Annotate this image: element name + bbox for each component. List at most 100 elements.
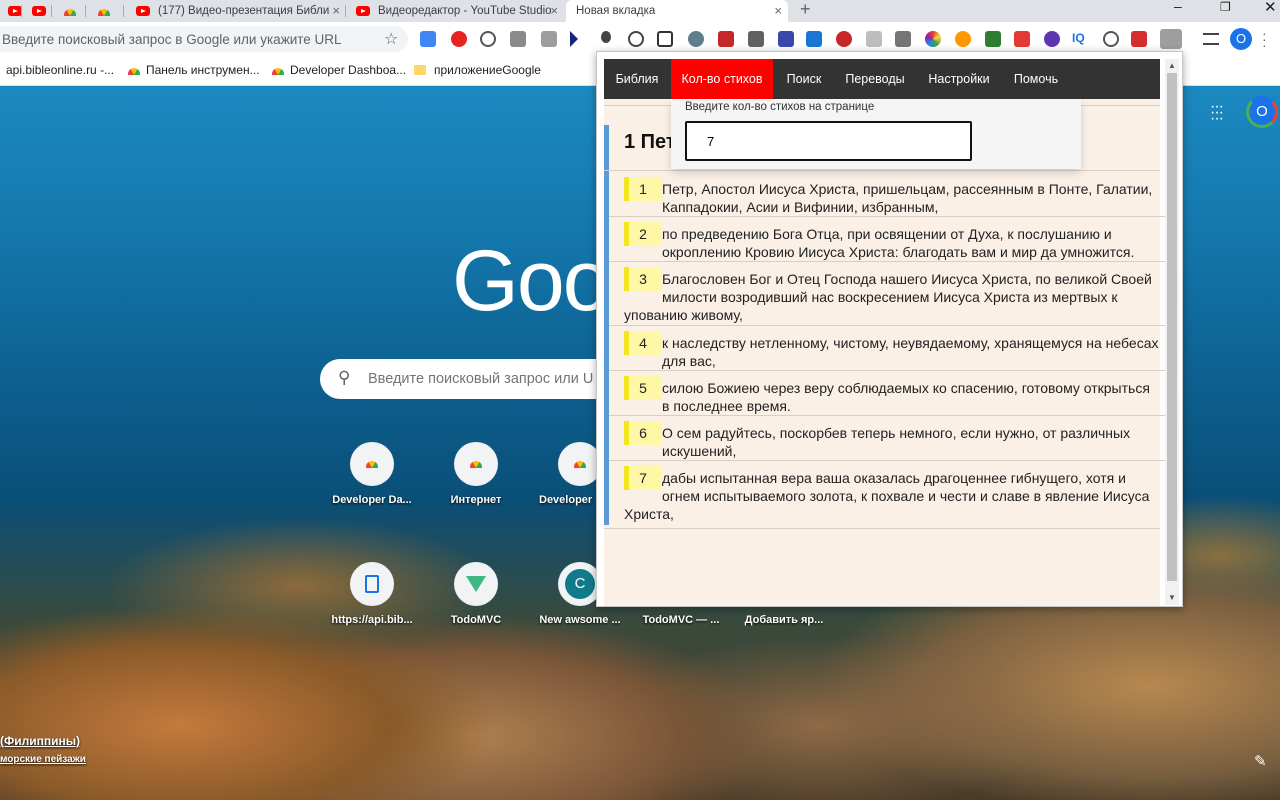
tab-youtube-studio[interactable]: Видеоредактор - YouTube Studio × xyxy=(348,0,564,22)
shortcut-favicon xyxy=(350,442,394,486)
tab-pinned-youtube-2[interactable] xyxy=(22,0,52,22)
ntp-profile-avatar[interactable]: O xyxy=(1246,96,1278,128)
shortcut-label: New awsome ... xyxy=(539,614,621,626)
verse-item[interactable]: 3 Благословен Бог и Отец Господа нашего И… xyxy=(624,267,1159,324)
c-letter-icon: C xyxy=(565,569,595,599)
shortcut-internet[interactable]: Интернет xyxy=(421,442,531,506)
nav-help[interactable]: Помочь xyxy=(1003,59,1069,99)
close-tab-icon[interactable]: × xyxy=(550,3,558,18)
shortcut-favicon xyxy=(350,562,394,606)
scrollbar-thumb[interactable] xyxy=(1167,73,1177,581)
pinterest-icon[interactable] xyxy=(480,31,496,47)
extension-badge-icon[interactable] xyxy=(778,31,794,47)
tab-pinned-rainbow-2[interactable] xyxy=(86,0,124,22)
close-tab-icon[interactable]: × xyxy=(774,3,782,18)
bookmark-folder-app[interactable]: приложениеGoogle xyxy=(414,63,541,77)
bulb-icon[interactable] xyxy=(601,31,611,43)
shortcut-developer[interactable]: Developer xyxy=(525,442,602,506)
shortcut-todomvc[interactable]: TodoMVC xyxy=(421,562,531,626)
tab-title: (177) Видео-презентация Библи xyxy=(158,5,330,17)
iq-icon[interactable]: IQ xyxy=(1072,31,1092,47)
customize-pencil-icon[interactable]: ✎ xyxy=(1254,752,1267,770)
nav-settings[interactable]: Настройки xyxy=(916,59,1002,99)
adblock-icon[interactable] xyxy=(451,31,467,47)
bible-pages-icon xyxy=(365,575,379,593)
footer-divider xyxy=(604,528,1160,529)
eyedropper-icon[interactable] xyxy=(985,31,1001,47)
verse-item[interactable]: 2 по предведению Бога Отца, при освящении… xyxy=(624,222,1159,261)
rainbow-icon xyxy=(64,9,76,16)
bookmark-star-icon[interactable]: ☆ xyxy=(384,29,398,49)
flag-icon[interactable] xyxy=(1014,31,1030,47)
shortcut-label: Developer Da... xyxy=(332,494,412,506)
more-menu-icon[interactable]: · · · xyxy=(1262,26,1267,52)
verse-count-label: Введите кол-во стихов на странице xyxy=(685,101,875,113)
verse-item[interactable]: 6О сем радуйтесь, поскорбев теперь немно… xyxy=(624,421,1159,460)
new-tab-button[interactable]: + xyxy=(800,0,811,20)
color-wheel-icon[interactable] xyxy=(925,31,941,47)
close-tab-icon[interactable]: × xyxy=(332,3,340,18)
nav-bible[interactable]: Библия xyxy=(604,59,670,99)
nav-search[interactable]: Поиск xyxy=(774,59,834,99)
restore-icon[interactable]: ❐ xyxy=(1220,0,1231,14)
s-icon[interactable] xyxy=(806,31,822,47)
verse-item[interactable]: 7 дабы испытанная вера ваша оказалась дра… xyxy=(624,466,1159,523)
book-icon[interactable] xyxy=(718,31,734,47)
bible-extension-icon[interactable] xyxy=(1160,29,1182,49)
minimize-icon[interactable]: – xyxy=(1174,0,1182,14)
verse-divider xyxy=(609,460,1165,461)
rainbow-icon xyxy=(470,460,482,468)
speed-icon[interactable] xyxy=(628,31,644,47)
shortcut-developer-dashboard[interactable]: Developer Da... xyxy=(317,442,427,506)
h-icon[interactable] xyxy=(866,31,882,47)
record-icon[interactable] xyxy=(836,31,852,47)
shortcut-api-bible[interactable]: https://api.bib... xyxy=(317,562,427,626)
verse-divider xyxy=(609,261,1165,262)
book-title: 1 Пет xyxy=(624,131,676,153)
google-translate-icon[interactable] xyxy=(420,31,436,47)
window-close-icon[interactable]: ✕ xyxy=(1264,0,1277,16)
tab-pinned-youtube[interactable] xyxy=(0,0,22,22)
photo-location-link[interactable]: (Филиппины) xyxy=(0,734,86,748)
grid-icon[interactable] xyxy=(1131,31,1147,47)
mail-icon[interactable] xyxy=(510,31,526,47)
picture-in-picture-icon[interactable] xyxy=(657,31,673,47)
scroll-down-icon[interactable]: ▼ xyxy=(1168,593,1176,602)
tab-video-presentation[interactable]: (177) Видео-презентация Библи × xyxy=(128,0,346,22)
bookmark-developer-dashboard[interactable]: Developer Dashboa... xyxy=(272,63,406,77)
bookmark-label: приложениеGoogle xyxy=(434,63,541,77)
playlist-icon[interactable] xyxy=(1203,33,1219,45)
download-icon[interactable] xyxy=(1103,31,1119,47)
verse-item[interactable]: 5 силою Божиею через веру соблюдаемых ко … xyxy=(624,376,1159,415)
shortcut-label: TodoMVC xyxy=(450,614,502,626)
address-bar[interactable]: Введите поисковый запрос в Google или ук… xyxy=(0,26,408,52)
google-logo: Goo xyxy=(452,233,611,329)
verse-divider xyxy=(609,325,1165,326)
photo-collection-link[interactable]: морские пейзажи xyxy=(0,754,86,765)
ring-icon[interactable] xyxy=(1044,31,1060,47)
ntp-search-box[interactable]: ⚲ Введите поисковый запрос или U xyxy=(320,359,640,399)
tab-pinned-rainbow[interactable] xyxy=(52,0,86,22)
scroll-up-icon[interactable]: ▲ xyxy=(1168,61,1176,70)
verse-number: 2 xyxy=(624,222,662,246)
verse-item[interactable]: 1 Петр, Апостол Иисуса Христа, пришельцам… xyxy=(624,177,1159,216)
verse-item[interactable]: 4к наследству нетленному, чистому, неувя… xyxy=(624,331,1159,370)
chat-icon[interactable] xyxy=(688,31,704,47)
virus-icon[interactable] xyxy=(955,31,971,47)
popup-content: Библия Кол-во стихов Поиск Переводы Наст… xyxy=(604,59,1165,606)
profile-avatar[interactable]: O xyxy=(1230,28,1252,50)
apps-grid-icon[interactable]: ··· ··· ··· xyxy=(1210,99,1224,127)
cursor-icon[interactable] xyxy=(570,31,578,47)
popup-scrollbar[interactable]: ▲ ▼ xyxy=(1165,59,1179,605)
bookmark-bibleonline[interactable]: api.bibleonline.ru -... xyxy=(6,63,114,77)
folder-icon xyxy=(414,65,426,75)
nav-verse-count[interactable]: Кол-во стихов xyxy=(671,59,773,99)
tab-strip: (177) Видео-презентация Библи × Видеоред… xyxy=(0,0,1280,22)
s-grey-icon[interactable] xyxy=(895,31,911,47)
bookmark-panel[interactable]: Панель инструмен... xyxy=(128,63,260,77)
tab-new-tab[interactable]: Новая вкладка × xyxy=(566,0,788,22)
mail-checker-icon[interactable] xyxy=(541,31,557,47)
verse-count-input[interactable] xyxy=(685,121,972,161)
nav-translations[interactable]: Переводы xyxy=(835,59,915,99)
camera-icon[interactable] xyxy=(748,31,764,47)
